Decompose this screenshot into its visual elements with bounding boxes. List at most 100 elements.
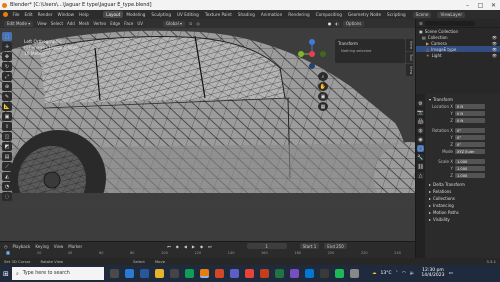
scale-x-field[interactable]: 1.000 bbox=[455, 158, 485, 165]
timeline-editor-type-icon[interactable]: ◷ bbox=[4, 244, 8, 249]
data-props-icon[interactable]: △ bbox=[417, 172, 424, 179]
tray-chevron-icon[interactable]: ˄ bbox=[396, 271, 398, 276]
extrude-icon[interactable]: ⇪ bbox=[2, 122, 12, 131]
tool-props-icon[interactable]: ⚙ bbox=[417, 100, 424, 107]
app-icon[interactable] bbox=[335, 269, 344, 278]
app-icon[interactable] bbox=[140, 269, 149, 278]
scene-props-icon[interactable]: ◍ bbox=[417, 127, 424, 134]
tab-modeling[interactable]: Modeling bbox=[123, 11, 148, 18]
modifier-props-icon[interactable]: 🔧 bbox=[417, 154, 424, 161]
app-icon[interactable] bbox=[290, 269, 299, 278]
output-props-icon[interactable]: 🖨 bbox=[417, 118, 424, 125]
transform-icon[interactable]: ⊕ bbox=[2, 82, 12, 91]
scale-z-field[interactable]: 1.000 bbox=[455, 172, 485, 179]
bevel-icon[interactable]: ◩ bbox=[2, 142, 12, 151]
render-props-icon[interactable]: 📷 bbox=[417, 109, 424, 116]
app-icon[interactable] bbox=[185, 269, 194, 278]
tab-geometry-nodes[interactable]: Geometry Node bbox=[345, 11, 384, 18]
menu-file[interactable]: File bbox=[10, 12, 22, 17]
prev-key-icon[interactable]: ◆ bbox=[176, 244, 179, 249]
chrome-icon[interactable] bbox=[245, 269, 254, 278]
edge-icon[interactable] bbox=[305, 269, 314, 278]
cursor-icon[interactable]: ✛ bbox=[2, 42, 12, 51]
proportional-icon[interactable]: ◎ bbox=[196, 21, 200, 26]
measure-icon[interactable]: 📐 bbox=[2, 102, 12, 111]
options-button[interactable]: Options bbox=[342, 20, 365, 27]
windows-start-icon[interactable]: ⊞ bbox=[3, 270, 9, 278]
tab-uv-editing[interactable]: UV Editing bbox=[174, 11, 202, 18]
outliner-filter-icon[interactable]: ☰ bbox=[419, 21, 423, 26]
rotation-y-field[interactable]: 0° bbox=[455, 134, 485, 141]
volume-icon[interactable]: 🔈 bbox=[410, 271, 416, 276]
constraint-props-icon[interactable]: ⛓ bbox=[417, 163, 424, 170]
menu-help[interactable]: Help bbox=[77, 12, 92, 17]
app-icon[interactable] bbox=[320, 269, 329, 278]
timeline-ruler[interactable]: 0 20 40 60 80 100 120 140 160 180 200 22… bbox=[0, 250, 415, 255]
inset-icon[interactable]: ◫ bbox=[2, 132, 12, 141]
uv-menu[interactable]: UV bbox=[137, 21, 143, 26]
move-icon[interactable]: ✥ bbox=[2, 52, 12, 61]
tab-item[interactable]: Item bbox=[406, 39, 413, 51]
menu-edit[interactable]: Edit bbox=[22, 12, 35, 17]
zoom-icon[interactable]: ⌕ bbox=[318, 72, 328, 81]
spin-icon[interactable]: ◔ bbox=[2, 182, 12, 191]
tab-rendering[interactable]: Rendering bbox=[285, 11, 312, 18]
visibility-eye-icon[interactable]: 👁 bbox=[492, 47, 500, 52]
minimize-button[interactable]: – bbox=[461, 0, 474, 10]
blender-menu-icon[interactable] bbox=[3, 12, 8, 17]
play-reverse-icon[interactable]: ◀ bbox=[184, 244, 187, 249]
mode-selector[interactable]: Edit Mode ▾ bbox=[4, 20, 34, 27]
location-z-field[interactable]: 0 ft bbox=[455, 117, 485, 124]
play-icon[interactable]: ▶ bbox=[192, 244, 195, 249]
tab-texture-paint[interactable]: Texture Paint bbox=[202, 11, 235, 18]
close-button[interactable]: ✕ bbox=[487, 0, 500, 10]
tab-layout[interactable]: Layout bbox=[103, 11, 124, 18]
rotate-icon[interactable]: ↻ bbox=[2, 62, 12, 71]
menu-window[interactable]: Window bbox=[55, 12, 77, 17]
delta-transform-section[interactable]: ▸ Delta Transform bbox=[425, 181, 500, 188]
jump-start-icon[interactable]: ⏮ bbox=[167, 244, 171, 249]
select-menu[interactable]: Select bbox=[51, 21, 63, 26]
end-frame-field[interactable]: End 250 bbox=[324, 243, 347, 249]
tab-sculpting[interactable]: Sculpting bbox=[148, 11, 174, 18]
app-icon[interactable] bbox=[260, 269, 269, 278]
outliner-row-light[interactable]: ☀ Light 👁 bbox=[416, 52, 500, 58]
loop-cut-icon[interactable]: ▤ bbox=[2, 152, 12, 161]
rotation-z-field[interactable]: 0° bbox=[455, 141, 485, 148]
menu-render[interactable]: Render bbox=[35, 12, 55, 17]
app-icon[interactable] bbox=[350, 269, 359, 278]
rotation-mode-select[interactable]: XYZ Euler bbox=[455, 148, 485, 155]
app-icon[interactable] bbox=[170, 269, 179, 278]
view-menu[interactable]: View bbox=[37, 21, 47, 26]
blender-taskbar-icon[interactable] bbox=[200, 269, 209, 278]
smooth-icon[interactable]: ◌ bbox=[2, 192, 12, 201]
maximize-button[interactable]: □ bbox=[474, 0, 487, 10]
scale-y-field[interactable]: 1.000 bbox=[455, 165, 485, 172]
location-y-field[interactable]: 0 ft bbox=[455, 110, 485, 117]
edge-menu[interactable]: Edge bbox=[110, 21, 120, 26]
app-icon[interactable] bbox=[125, 269, 134, 278]
clock[interactable]: 12:30 pm 14/4/2023 bbox=[421, 268, 444, 278]
pan-hand-icon[interactable]: ✋ bbox=[318, 82, 328, 91]
object-props-icon[interactable]: ▢ bbox=[417, 145, 424, 152]
rotation-x-field[interactable]: 0° bbox=[455, 127, 485, 134]
add-menu[interactable]: Add bbox=[67, 21, 75, 26]
collections-section[interactable]: ▸ Collections bbox=[425, 195, 500, 202]
app-icon[interactable] bbox=[215, 269, 224, 278]
shading-solid-icon[interactable]: ● bbox=[328, 21, 332, 26]
motion-paths-section[interactable]: ▸ Motion Paths bbox=[425, 209, 500, 216]
transform-section-header[interactable]: ▾ Transform bbox=[425, 96, 500, 103]
outliner-search-input[interactable] bbox=[424, 20, 475, 26]
perspective-grid-icon[interactable]: ▦ bbox=[318, 102, 328, 111]
playback-menu[interactable]: Playback bbox=[13, 244, 31, 249]
tab-compositing[interactable]: Compositing bbox=[313, 11, 345, 18]
start-frame-field[interactable]: Start 1 bbox=[299, 243, 320, 249]
relations-section[interactable]: ▸ Relations bbox=[425, 188, 500, 195]
scale-icon[interactable]: ⤢ bbox=[2, 72, 12, 81]
next-key-icon[interactable]: ◆ bbox=[200, 244, 203, 249]
annotate-icon[interactable]: ✎ bbox=[2, 92, 12, 101]
jump-end-icon[interactable]: ⏭ bbox=[208, 244, 212, 249]
view-layer-selector[interactable]: ViewLayer bbox=[437, 11, 466, 18]
task-view-icon[interactable] bbox=[110, 269, 119, 278]
app-icon[interactable] bbox=[275, 269, 284, 278]
